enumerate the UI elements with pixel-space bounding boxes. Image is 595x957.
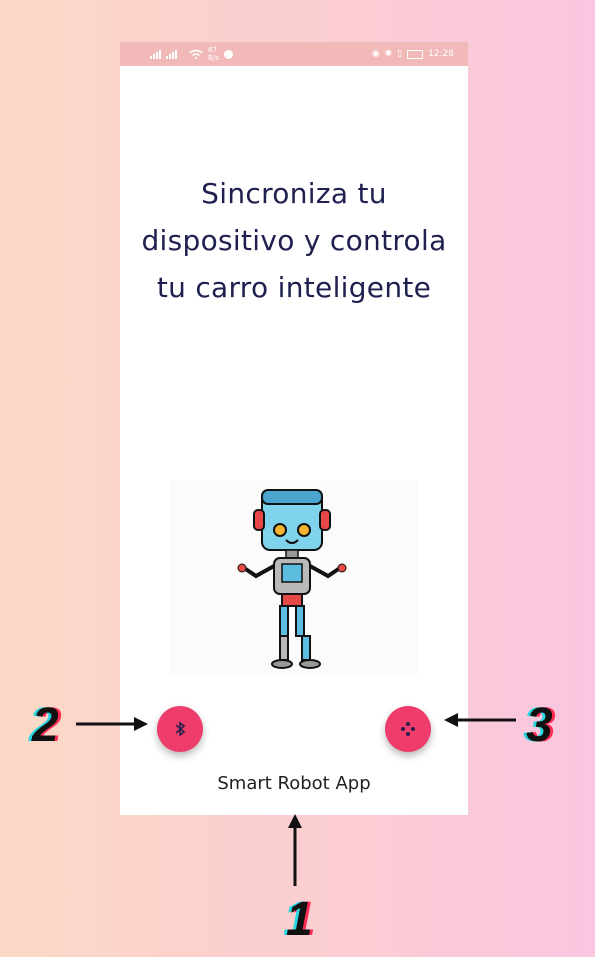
callout-1: 1 xyxy=(286,893,313,946)
callout-arrow-2 xyxy=(76,717,148,731)
robot-illustration xyxy=(170,480,418,676)
bluetooth-button[interactable] xyxy=(157,706,203,752)
eye-icon: ◉ xyxy=(371,49,380,59)
signal-icon xyxy=(150,50,177,59)
battery-icon xyxy=(407,49,424,59)
callout-arrow-3 xyxy=(444,713,516,727)
bluetooth-icon xyxy=(175,721,186,737)
phone-screen: 67 B/s ◉ ✱ ▯ 12:28 Sincroniza tu disposit… xyxy=(120,42,468,815)
spotify-icon xyxy=(223,49,233,59)
network-speed: 67 B/s xyxy=(208,46,219,62)
vibrate-icon: ▯ xyxy=(397,49,403,59)
bluetooth-status-icon: ✱ xyxy=(384,49,393,59)
callout-3: 3 xyxy=(526,699,553,752)
wifi-icon xyxy=(189,49,203,59)
headline: Sincroniza tu dispositivo y controla tu … xyxy=(141,177,447,304)
gamepad-button[interactable] xyxy=(385,706,431,752)
status-bar-left: 67 B/s xyxy=(150,46,233,62)
robot-image xyxy=(237,489,347,669)
status-bar-right: ◉ ✱ ▯ 12:28 xyxy=(372,49,454,59)
status-time: 12:28 xyxy=(428,49,454,59)
gamepad-icon xyxy=(401,722,415,736)
callout-arrow-1 xyxy=(288,814,302,886)
status-bar: 67 B/s ◉ ✱ ▯ 12:28 xyxy=(120,42,468,66)
app-name-footer: Smart Robot App xyxy=(217,773,371,794)
callout-2: 2 xyxy=(32,699,59,752)
